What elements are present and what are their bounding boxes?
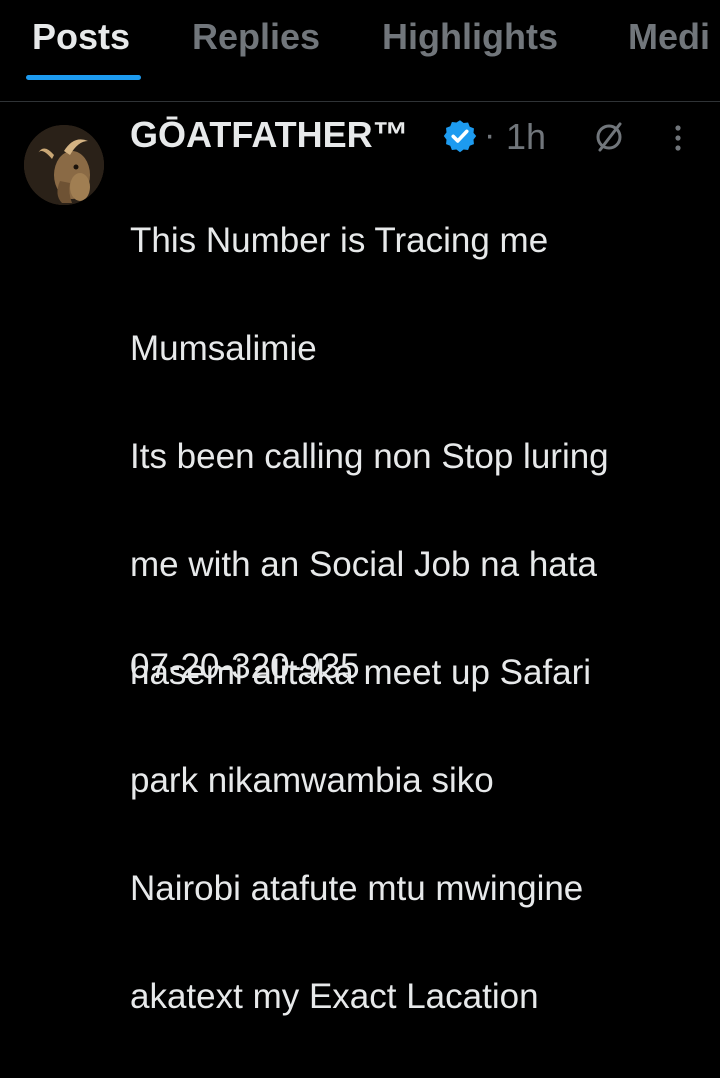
- post-line: me with an Social Job na hata: [130, 545, 597, 584]
- goat-avatar-image: [24, 125, 104, 205]
- avatar[interactable]: [24, 125, 104, 205]
- active-tab-indicator: [26, 75, 141, 80]
- meta-separator: ·: [484, 116, 496, 154]
- post-body: This Number is Tracing me Mumsalimie Its…: [130, 160, 710, 1078]
- post-line: akatext my Exact Lacation: [130, 977, 539, 1016]
- post-time[interactable]: 1h: [506, 116, 546, 158]
- tab-highlights[interactable]: Highlights: [382, 16, 558, 58]
- more-options-icon[interactable]: [670, 122, 686, 154]
- grok-icon[interactable]: [592, 120, 626, 154]
- author-name[interactable]: GŌATFATHER™: [130, 114, 409, 156]
- verified-badge-icon: [443, 120, 477, 153]
- tab-media[interactable]: Medi: [628, 16, 710, 58]
- tabs-divider: [0, 101, 720, 102]
- post-header: GŌATFATHER™ · 1h: [130, 114, 710, 160]
- post-line: park nikamwambia siko: [130, 761, 494, 800]
- post-line: Mumsalimie: [130, 329, 317, 368]
- post-line: Its been calling non Stop luring: [130, 437, 609, 476]
- phone-number: 07-20-320-935: [130, 647, 360, 686]
- post-line: Nairobi atafute mtu mwingine: [130, 869, 584, 908]
- post-line: This Number is Tracing me: [130, 221, 549, 260]
- tab-replies[interactable]: Replies: [192, 16, 320, 58]
- tab-posts[interactable]: Posts: [32, 16, 130, 58]
- profile-tabs: Posts Replies Highlights Medi: [0, 0, 720, 84]
